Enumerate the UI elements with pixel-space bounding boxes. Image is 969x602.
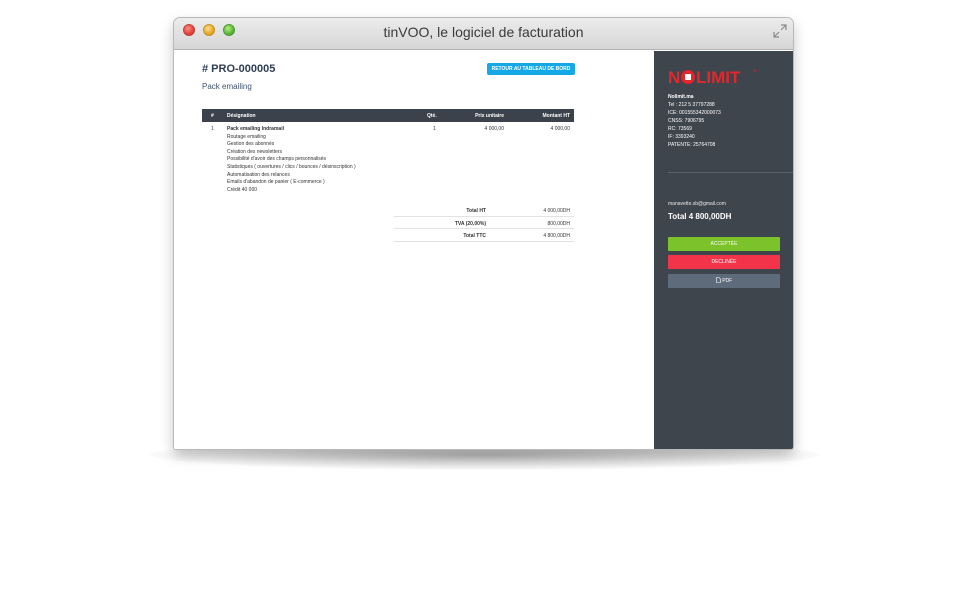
- row-amount: 4 000,00: [550, 126, 570, 132]
- designation-line: Emails d'abandon de panier ( E-commerce …: [227, 179, 325, 186]
- app-window: tinVOO, le logiciel de facturation # PRO…: [174, 18, 793, 449]
- table-header: # Désignation Qté. Prix unitaire Montant…: [202, 109, 574, 122]
- total-ht-row: Total HT 4 000,00DH: [394, 204, 574, 217]
- total-ttc-value: 4 800,00DH: [543, 233, 570, 239]
- total-ttc-label: Total TTC: [463, 233, 486, 239]
- title-bar: tinVOO, le logiciel de facturation: [174, 18, 793, 50]
- table-row: 1 Pack emailing Indramail Routage emaili…: [202, 122, 574, 212]
- company-ice: ICE: 001555342000073: [668, 110, 721, 116]
- tva-value: 800,00DH: [547, 220, 570, 227]
- company-logo: N LIMIT ™: [668, 68, 757, 87]
- company-name: Nolimit.ma: [668, 94, 694, 100]
- header-designation: Désignation: [227, 113, 256, 119]
- items-table: # Désignation Qté. Prix unitaire Montant…: [202, 109, 574, 212]
- client-sidebar: N LIMIT ™ Nolimit.ma Tel : 212 5 3779728…: [654, 51, 793, 449]
- screenshot-stage: tinVOO, le logiciel de facturation # PRO…: [0, 0, 969, 602]
- file-icon: [715, 277, 721, 283]
- pdf-button-label: PDF: [722, 278, 733, 284]
- fullscreen-icon[interactable]: [773, 24, 787, 38]
- row-designation: Pack emailing Indramail Routage emailing…: [227, 126, 356, 194]
- logo-trademark: ™: [752, 69, 757, 75]
- designation-line: Création des newsletters: [227, 148, 283, 155]
- header-num: #: [211, 113, 214, 119]
- header-qty: Qté.: [427, 113, 437, 119]
- sidebar-divider: [668, 172, 793, 173]
- designation-line: Gestion des abonnés: [227, 141, 275, 148]
- logo-letter-n: N: [668, 68, 680, 87]
- total-ttc-row: Total TTC 4 800,00DH: [394, 229, 574, 242]
- back-to-dashboard-button[interactable]: RETOUR AU TABLEAU DE BORD: [487, 63, 575, 75]
- designation-line: Possibilité d'avoir des champs personnal…: [227, 156, 327, 163]
- logo-o-mark: [685, 74, 691, 80]
- designation-line: Routage emailing: [227, 133, 266, 140]
- row-num: 1: [211, 126, 214, 132]
- row-unit-price: 4 000,00: [484, 126, 504, 132]
- company-tel: Tel : 212 5 37797288: [668, 102, 715, 108]
- company-cnss: CNSS: 7906795: [668, 118, 705, 124]
- header-amount: Montant HT: [542, 113, 571, 119]
- document-number: # PRO-000005: [202, 63, 276, 75]
- pdf-button[interactable]: PDF: [668, 274, 780, 288]
- fullscreen-arrows-icon: [773, 24, 787, 38]
- company-rc: RC: 73569: [668, 126, 692, 132]
- accept-button[interactable]: ACCEPTÉE: [668, 237, 780, 251]
- invoice-panel: # PRO-000005 Pack emailing RETOUR AU TAB…: [174, 51, 654, 449]
- window-title: tinVOO, le logiciel de facturation: [383, 24, 584, 40]
- logo-letters-limit: LIMIT: [696, 68, 741, 87]
- document-subject: Pack emailing: [202, 82, 252, 91]
- company-patente: PATENTE: 25764708: [668, 142, 716, 148]
- decline-button[interactable]: DECLINÉE: [668, 255, 780, 269]
- header-unit-price: Prix unitaire: [475, 113, 504, 119]
- designation-line: Statistiques ( ouvertures / clics / boun…: [227, 163, 356, 170]
- designation-line: Automatisation des relances: [227, 171, 290, 178]
- total-ht-value: 4 000,00DH: [543, 208, 570, 214]
- sidebar-total: Total 4 800,00DH: [668, 212, 732, 221]
- client-email: manavette.sb@gmail.com: [668, 201, 726, 207]
- company-info: Nolimit.ma Tel : 212 5 37797288 ICE: 001…: [668, 93, 721, 149]
- designation-line: Crédit 40 000: [227, 186, 258, 193]
- row-qty: 1: [433, 126, 436, 132]
- total-ht-label: Total HT: [466, 208, 486, 214]
- tva-label: TVA (20,00%): [454, 220, 486, 227]
- company-if: IF: 3393240: [668, 134, 695, 140]
- designation-line: Pack emailing Indramail: [227, 126, 284, 132]
- totals-block: Total HT 4 000,00DH TVA (20,00%) 800,00D…: [394, 204, 574, 242]
- tva-row: TVA (20,00%) 800,00DH: [394, 217, 574, 229]
